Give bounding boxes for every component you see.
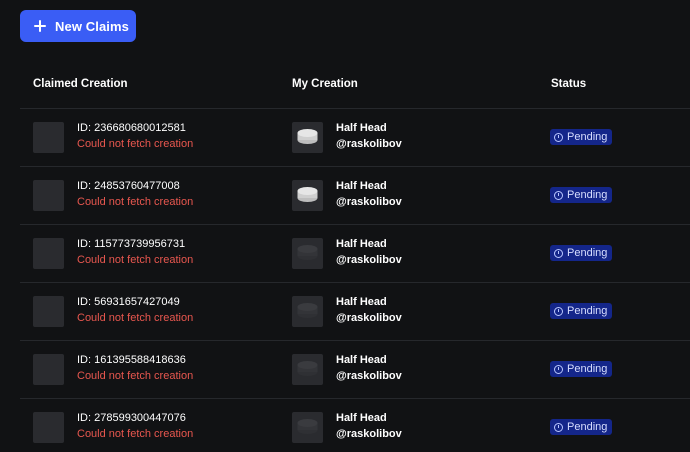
half-head-icon [297, 129, 318, 144]
status-label: Pending [567, 305, 608, 317]
status-badge: Pending [550, 129, 613, 145]
claims-page: New Claims Claimed Creation My Creation … [0, 0, 690, 452]
table-row[interactable]: ID: 115773739956731 Could not fetch crea… [20, 225, 690, 283]
my-creation-thumbnail[interactable] [292, 296, 323, 327]
my-creation-thumbnail[interactable] [292, 412, 323, 443]
creation-name[interactable]: Half Head [336, 180, 387, 192]
claim-error-text: Could not fetch creation [77, 138, 194, 150]
claimed-creation-thumbnail [33, 354, 64, 385]
creation-owner[interactable]: @raskolibov [336, 312, 402, 324]
creation-name[interactable]: Half Head [336, 238, 387, 250]
status-label: Pending [567, 247, 608, 259]
half-head-icon [297, 245, 318, 260]
claim-id: ID: 236680680012581 [77, 122, 186, 134]
plus-icon [34, 20, 46, 32]
claim-error-text: Could not fetch creation [77, 370, 194, 382]
half-head-icon [297, 187, 318, 202]
claim-id: ID: 115773739956731 [77, 238, 186, 250]
status-badge: Pending [550, 303, 613, 319]
status-label: Pending [567, 363, 608, 375]
my-creation-thumbnail[interactable] [292, 238, 323, 269]
status-label: Pending [567, 131, 608, 143]
claimed-creation-thumbnail [33, 122, 64, 153]
claim-id: ID: 278599300447076 [77, 412, 186, 424]
header-my-creation: My Creation [292, 78, 358, 90]
claimed-creation-thumbnail [33, 412, 64, 443]
claim-id: ID: 161395588418636 [77, 354, 186, 366]
creation-name[interactable]: Half Head [336, 122, 387, 134]
claims-table: Claimed Creation My Creation Status ID: … [20, 62, 690, 452]
status-badge: Pending [550, 419, 613, 435]
creation-name[interactable]: Half Head [336, 412, 387, 424]
header-claimed-creation: Claimed Creation [33, 78, 128, 90]
my-creation-thumbnail[interactable] [292, 180, 323, 211]
status-label: Pending [567, 421, 608, 433]
creation-owner[interactable]: @raskolibov [336, 138, 402, 150]
half-head-icon [297, 303, 318, 318]
table-body: ID: 236680680012581 Could not fetch crea… [20, 109, 690, 452]
table-row[interactable]: ID: 24853760477008 Could not fetch creat… [20, 167, 690, 225]
table-row[interactable]: ID: 56931657427049 Could not fetch creat… [20, 283, 690, 341]
clock-icon [554, 306, 563, 316]
creation-owner[interactable]: @raskolibov [336, 254, 402, 266]
my-creation-thumbnail[interactable] [292, 354, 323, 385]
table-header: Claimed Creation My Creation Status [20, 62, 690, 109]
half-head-icon [297, 419, 318, 434]
clock-icon [554, 248, 563, 258]
claimed-creation-thumbnail [33, 238, 64, 269]
claim-id: ID: 56931657427049 [77, 296, 180, 308]
status-badge: Pending [550, 361, 613, 377]
claim-error-text: Could not fetch creation [77, 312, 194, 324]
new-claims-label: New Claims [55, 18, 129, 34]
creation-name[interactable]: Half Head [336, 296, 387, 308]
claim-id: ID: 24853760477008 [77, 180, 180, 192]
header-status: Status [551, 78, 587, 90]
clock-icon [554, 132, 563, 142]
creation-owner[interactable]: @raskolibov [336, 370, 402, 382]
claimed-creation-thumbnail [33, 296, 64, 327]
status-badge: Pending [550, 245, 613, 261]
creation-name[interactable]: Half Head [336, 354, 387, 366]
new-claims-button[interactable]: New Claims [20, 10, 136, 42]
half-head-icon [297, 361, 318, 376]
claimed-creation-thumbnail [33, 180, 64, 211]
clock-icon [554, 190, 563, 200]
claim-error-text: Could not fetch creation [77, 254, 194, 266]
creation-owner[interactable]: @raskolibov [336, 196, 402, 208]
status-label: Pending [567, 189, 608, 201]
clock-icon [554, 422, 563, 432]
creation-owner[interactable]: @raskolibov [336, 428, 402, 440]
my-creation-thumbnail[interactable] [292, 122, 323, 153]
claim-error-text: Could not fetch creation [77, 196, 194, 208]
table-row[interactable]: ID: 278599300447076 Could not fetch crea… [20, 399, 690, 452]
clock-icon [554, 364, 563, 374]
status-badge: Pending [550, 187, 613, 203]
table-row[interactable]: ID: 236680680012581 Could not fetch crea… [20, 109, 690, 167]
claim-error-text: Could not fetch creation [77, 428, 194, 440]
table-row[interactable]: ID: 161395588418636 Could not fetch crea… [20, 341, 690, 399]
